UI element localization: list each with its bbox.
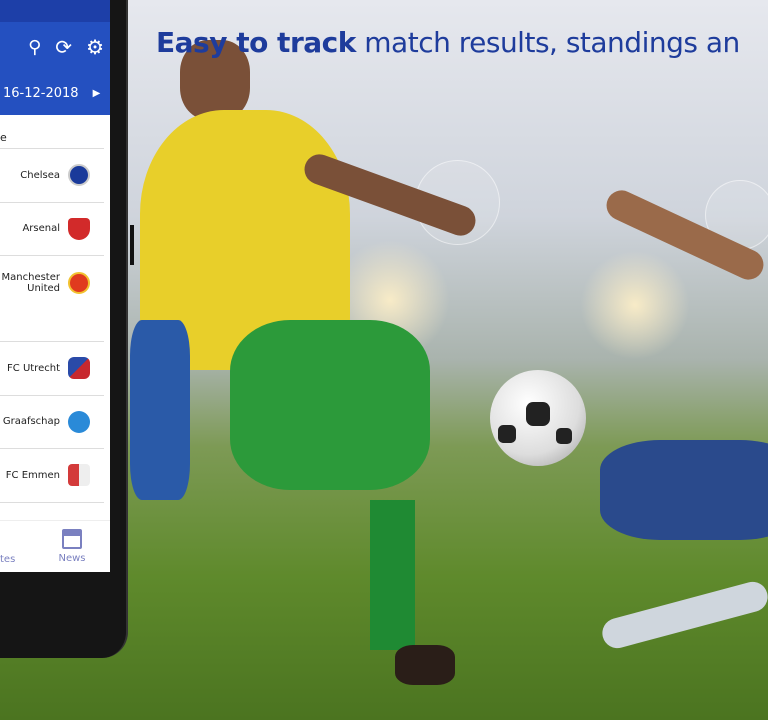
soccer-ball [490,370,586,466]
match-list: e Chelsea Arsenal Manchester United FC U… [0,115,110,520]
headline: Easy to track match results, standings a… [156,26,740,59]
list-item[interactable]: Graafschap [0,396,104,449]
list-header: e [0,115,104,149]
list-item[interactable]: FC Emmen [0,449,104,503]
next-date-arrow-icon[interactable]: ▶ [93,88,101,99]
phone-frame: ⚲ ⟳ ⚙ 16-12-2018 ▶ e Chelsea Arsenal Man… [0,0,128,658]
search-icon[interactable]: ⚲ [28,37,41,58]
bottom-nav: tes News [0,520,110,572]
manchester-united-crest-icon [68,272,90,294]
toolbar: ⚲ ⟳ ⚙ [0,22,110,72]
list-item[interactable]: Manchester United [0,256,104,342]
chelsea-crest-icon [68,164,90,187]
nav-tab-partial[interactable]: tes [0,554,15,565]
fc-utrecht-crest-icon [68,357,90,380]
news-icon [62,529,82,549]
nav-tab-news[interactable]: News [56,529,88,564]
list-item[interactable]: Arsenal [0,203,104,256]
arsenal-crest-icon [68,217,90,240]
app-screen: ⚲ ⟳ ⚙ 16-12-2018 ▶ e Chelsea Arsenal Man… [0,0,110,572]
refresh-icon[interactable]: ⟳ [55,35,72,59]
gear-icon[interactable]: ⚙ [86,35,104,59]
status-bar [0,0,110,22]
list-item[interactable]: FC Utrecht [0,342,104,396]
phone-side-button [130,225,134,265]
light-flare [580,250,690,360]
fc-emmen-crest-icon [68,464,90,487]
list-item[interactable]: Chelsea [0,149,104,203]
date-selector: 16-12-2018 ▶ [0,72,110,115]
graafschap-crest-icon [68,410,90,433]
date-label: 16-12-2018 [3,86,79,101]
